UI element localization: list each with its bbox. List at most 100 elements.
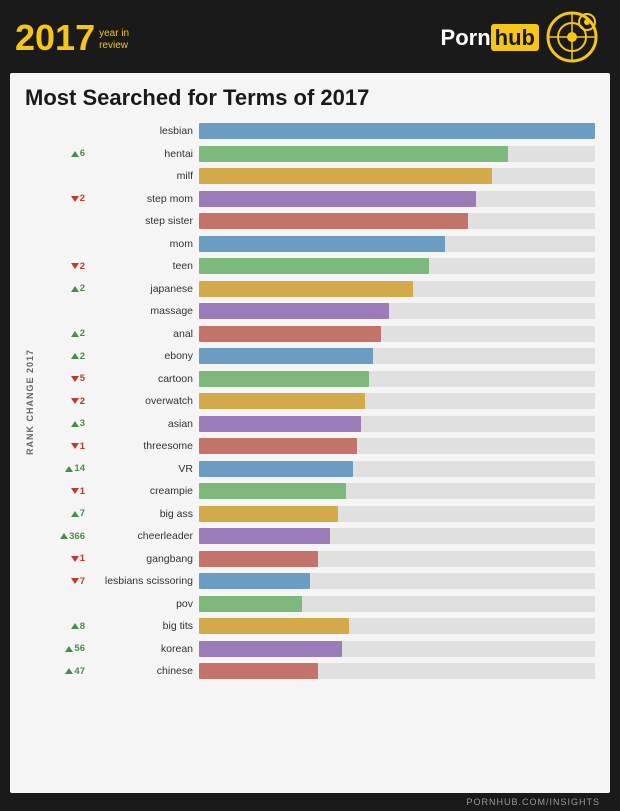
rank-change: 366 <box>39 531 89 542</box>
bar-label: asian <box>89 418 199 430</box>
bar-container <box>199 528 595 544</box>
bar-container <box>199 168 595 184</box>
bar-container <box>199 416 595 432</box>
bar-row: 1gangbang <box>39 549 595 569</box>
rank-change: 1 <box>39 441 89 452</box>
bar-row: 2step mom <box>39 189 595 209</box>
decorative-circles <box>545 10 600 65</box>
bar-row: 3asian <box>39 414 595 434</box>
rank-change: 7 <box>39 508 89 519</box>
bar-container <box>199 123 595 139</box>
bar-container <box>199 146 595 162</box>
bar-container <box>199 213 595 229</box>
bar-container <box>199 348 595 364</box>
bar-fill <box>199 281 413 297</box>
bar-label: japanese <box>89 283 199 295</box>
bar-label: cheerleader <box>89 530 199 542</box>
bar-label: step mom <box>89 193 199 205</box>
bar-label: korean <box>89 643 199 655</box>
bar-row: 2ebony <box>39 346 595 366</box>
bar-fill <box>199 663 318 679</box>
bar-label: chinese <box>89 665 199 677</box>
year-text: 2017 <box>15 20 95 56</box>
brand-name: Pornhub <box>441 25 539 51</box>
bar-container <box>199 663 595 679</box>
year-in-review-logo: 2017 year in review <box>15 20 129 56</box>
header: 2017 year in review Pornhub <box>0 0 620 73</box>
bar-fill <box>199 236 445 252</box>
rank-change: 2 <box>39 261 89 272</box>
rank-change-label: RANK CHANGE 2017 <box>25 349 35 455</box>
bar-label: big ass <box>89 508 199 520</box>
bar-row: mom <box>39 234 595 254</box>
bar-fill <box>199 573 310 589</box>
bar-container <box>199 573 595 589</box>
bar-row: milf <box>39 166 595 186</box>
bar-container <box>199 506 595 522</box>
bar-label: milf <box>89 170 199 182</box>
bar-row: 14VR <box>39 459 595 479</box>
bar-fill <box>199 168 492 184</box>
bar-fill <box>199 618 349 634</box>
bar-container <box>199 461 595 477</box>
bar-fill <box>199 213 468 229</box>
main-content: Most Searched for Terms of 2017 RANK CHA… <box>10 73 610 793</box>
bar-fill <box>199 303 389 319</box>
bar-fill <box>199 416 361 432</box>
bar-fill <box>199 461 353 477</box>
chart-title: Most Searched for Terms of 2017 <box>25 85 595 111</box>
rank-change: 8 <box>39 621 89 632</box>
bar-row: 8big tits <box>39 616 595 636</box>
bar-container <box>199 551 595 567</box>
rank-change: 2 <box>39 328 89 339</box>
bar-row: 2overwatch <box>39 391 595 411</box>
bar-fill <box>199 326 381 342</box>
bar-container <box>199 483 595 499</box>
bar-container <box>199 258 595 274</box>
bar-fill <box>199 641 342 657</box>
bar-container <box>199 438 595 454</box>
rank-change: 2 <box>39 396 89 407</box>
bar-label: teen <box>89 260 199 272</box>
bar-container <box>199 393 595 409</box>
bar-fill <box>199 551 318 567</box>
bar-row: 56korean <box>39 639 595 659</box>
bar-fill <box>199 258 429 274</box>
bar-row: 5cartoon <box>39 369 595 389</box>
bar-row: step sister <box>39 211 595 231</box>
footer-url: PORNHUB.COM/INSIGHTS <box>466 797 600 807</box>
bar-label: anal <box>89 328 199 340</box>
bar-fill <box>199 348 373 364</box>
bar-container <box>199 281 595 297</box>
page-container: 2017 year in review Pornhub Most Searche… <box>0 0 620 796</box>
bar-row: 2anal <box>39 324 595 344</box>
bar-label: massage <box>89 305 199 317</box>
bar-label: creampie <box>89 485 199 497</box>
bar-label: hentai <box>89 148 199 160</box>
bar-row: 1creampie <box>39 481 595 501</box>
rank-change: 2 <box>39 351 89 362</box>
bar-label: ebony <box>89 350 199 362</box>
bar-label: mom <box>89 238 199 250</box>
rank-change: 1 <box>39 486 89 497</box>
bar-label: VR <box>89 463 199 475</box>
bar-row: 6hentai <box>39 144 595 164</box>
bar-label: lesbian <box>89 125 199 137</box>
bar-row: 7lesbians scissoring <box>39 571 595 591</box>
rank-change: 3 <box>39 418 89 429</box>
rank-change: 56 <box>39 643 89 654</box>
bar-fill <box>199 528 330 544</box>
year-sub: year in review <box>99 28 129 52</box>
bar-label: big tits <box>89 620 199 632</box>
bar-label: lesbians scissoring <box>89 575 199 587</box>
rank-change: 2 <box>39 283 89 294</box>
bar-label: gangbang <box>89 553 199 565</box>
bar-container <box>199 191 595 207</box>
bar-row: 2teen <box>39 256 595 276</box>
bar-container <box>199 236 595 252</box>
bar-label: step sister <box>89 215 199 227</box>
bar-fill <box>199 483 346 499</box>
bar-fill <box>199 123 595 139</box>
bar-row: pov <box>39 594 595 614</box>
rank-change: 1 <box>39 553 89 564</box>
